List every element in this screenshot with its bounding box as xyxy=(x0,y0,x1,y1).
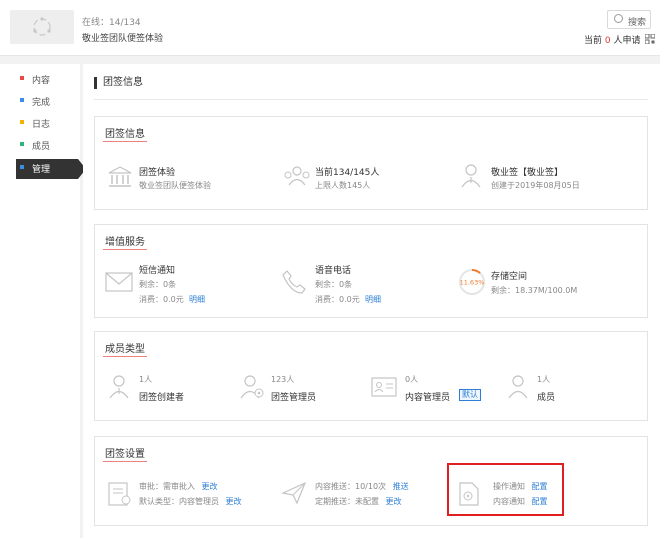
value-added-services-card: 增值服务 短信通知 剩余：0条 消费：0.0元 明细 语音电话 剩余：0条 消费… xyxy=(94,224,648,318)
member-icon xyxy=(508,375,528,399)
scheduled-push-text: 定期推送：未配置 xyxy=(315,497,379,506)
group-people-icon xyxy=(284,166,310,186)
default-type-change-link[interactable]: 更改 xyxy=(226,497,242,506)
scheduled-push-change-link[interactable]: 更改 xyxy=(386,497,402,506)
sidebar-item-label: 管理 xyxy=(32,165,51,175)
member-count-value: 当前134/145人 xyxy=(315,168,380,178)
applicants-suffix: 人申请 xyxy=(613,36,641,46)
card-title-underline xyxy=(103,141,147,142)
voice-spent: 消费：0.0元 xyxy=(315,295,360,304)
sidebar-item-log[interactable]: 日志 xyxy=(16,114,78,134)
storage-title: 存储空间 xyxy=(491,272,528,282)
card-title: 增值服务 xyxy=(105,237,145,248)
owner-value: 敬业签【敬业签】 xyxy=(491,168,564,178)
content-admin-count: 0人 xyxy=(405,375,419,384)
sidebar-item-manage[interactable]: 管理 xyxy=(16,159,86,179)
institution-icon xyxy=(108,166,132,187)
applicants-count: 0 xyxy=(604,36,611,46)
search-button[interactable]: 搜索 xyxy=(607,10,651,29)
divider xyxy=(94,99,648,100)
creator-count: 1人 xyxy=(139,375,153,384)
storage-remaining: 剩余：18.37M/100.0M xyxy=(491,286,578,295)
created-date: 创建于2019年08月05日 xyxy=(491,181,580,190)
member-label: 成员 xyxy=(537,393,556,403)
content-admin-icon xyxy=(371,377,397,397)
group-info-card: 团签信息 团签体验 敬业签团队便签体验 当前134/145人 上限人数145人 … xyxy=(94,116,648,210)
push-link[interactable]: 推送 xyxy=(393,482,409,491)
bullet-icon xyxy=(20,165,24,169)
sidebar-item-label: 成员 xyxy=(32,142,51,152)
group-settings-card: 团签设置 审批：需审批入 更改 默认类型：内容管理员 更改 内容推送：10/10… xyxy=(94,436,648,526)
highlight-box xyxy=(447,463,564,516)
search-label: 搜索 xyxy=(628,18,647,28)
phone-icon xyxy=(282,270,306,294)
audit-setting-text: 审批：需审批入 xyxy=(139,482,195,491)
group-name-sub: 敬业签团队便签体验 xyxy=(139,181,211,190)
sidebar-item-label: 内容 xyxy=(32,76,51,86)
member-limit-sub: 上限人数145人 xyxy=(315,181,371,190)
card-title-underline xyxy=(103,356,147,357)
creator-user-icon xyxy=(461,164,481,188)
storage-progress-ring: 11.63% xyxy=(459,269,485,295)
creator-label: 团签创建者 xyxy=(139,393,185,403)
applicants-status[interactable]: 当前 0 人申请 xyxy=(584,33,641,46)
admin-icon xyxy=(240,375,264,399)
sms-envelope-icon xyxy=(105,272,133,292)
group-name: 敬业签团队便签体验 xyxy=(82,34,164,44)
group-logo-icon xyxy=(33,17,51,36)
send-plane-icon xyxy=(281,481,307,505)
default-type-text: 默认类型：内容管理员 xyxy=(139,497,219,506)
top-bar xyxy=(0,0,660,56)
card-title: 团签信息 xyxy=(105,129,145,140)
sms-details-link[interactable]: 明细 xyxy=(189,294,205,305)
card-title: 团签设置 xyxy=(105,449,145,460)
online-count: 在线：14/134 xyxy=(82,18,141,28)
bullet-icon xyxy=(20,76,24,80)
voice-title: 语音电话 xyxy=(315,266,352,276)
sidebar-item-done[interactable]: 完成 xyxy=(16,92,78,112)
sidebar-item-label: 完成 xyxy=(32,98,51,108)
qrcode-icon[interactable] xyxy=(645,34,655,44)
sms-spent: 消费：0.0元 xyxy=(139,295,184,304)
applicants-prefix: 当前 xyxy=(584,36,603,46)
member-types-card: 成员类型 1人 团签创建者 123人 团签管理员 0人 内容管理员 默认 1人 … xyxy=(94,331,648,421)
sms-title: 短信通知 xyxy=(139,266,176,276)
bullet-icon xyxy=(20,98,24,102)
group-avatar[interactable] xyxy=(10,10,74,44)
card-title: 成员类型 xyxy=(105,344,145,355)
scheduled-push-setting: 定期推送：未配置 更改 xyxy=(315,496,402,507)
sidebar-item-label: 日志 xyxy=(32,120,51,130)
search-icon xyxy=(614,14,623,23)
voice-remaining: 剩余：0条 xyxy=(315,280,353,289)
audit-setting: 审批：需审批入 更改 xyxy=(139,481,218,492)
audit-change-link[interactable]: 更改 xyxy=(202,482,218,491)
card-title-underline xyxy=(103,461,147,462)
content-admin-label: 内容管理员 xyxy=(405,393,451,403)
bullet-icon xyxy=(20,142,24,146)
default-type-setting: 默认类型：内容管理员 更改 xyxy=(139,496,242,507)
member-count: 1人 xyxy=(537,375,551,384)
sidebar-item-content[interactable]: 内容 xyxy=(16,70,78,90)
push-setting-text: 内容推送：10/10次 xyxy=(315,482,387,491)
audit-document-icon xyxy=(108,482,131,506)
sms-remaining: 剩余：0条 xyxy=(139,280,177,289)
group-name-value: 团签体验 xyxy=(139,168,176,178)
admin-count: 123人 xyxy=(271,375,295,384)
bullet-icon xyxy=(20,120,24,124)
admin-label: 团签管理员 xyxy=(271,393,317,403)
storage-percent-label: 11.63% xyxy=(460,279,485,287)
page-title: 团签信息 xyxy=(94,77,143,89)
sidebar-item-members[interactable]: 成员 xyxy=(16,136,78,156)
creator-icon xyxy=(109,375,129,399)
default-tag: 默认 xyxy=(459,389,481,401)
card-title-underline xyxy=(103,249,147,250)
voice-details-link[interactable]: 明细 xyxy=(365,294,381,305)
push-setting: 内容推送：10/10次 推送 xyxy=(315,481,409,492)
